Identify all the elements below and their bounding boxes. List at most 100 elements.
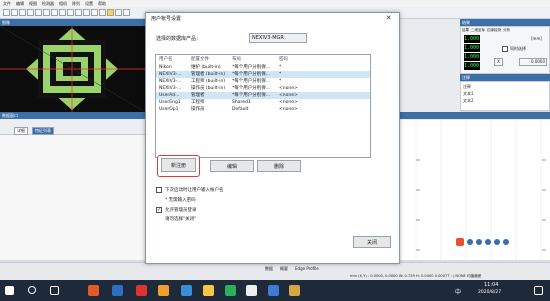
app-icon[interactable] <box>112 285 123 296</box>
table-row[interactable]: UserOp1 操作员 Default <none> <box>156 106 370 113</box>
cell-user: NEXIV3-... <box>159 79 182 84</box>
col-user[interactable]: 用户名 <box>159 56 173 63</box>
tool-icon[interactable] <box>107 9 114 16</box>
tab-results[interactable]: 结果 <box>462 28 469 34</box>
admin-login-sublabel: 请勿选择"关闭" <box>165 217 197 222</box>
tool-icon[interactable] <box>43 9 50 16</box>
ime-icon[interactable] <box>476 239 482 245</box>
list-item[interactable]: 文本2 <box>463 98 474 104</box>
col-profile[interactable]: 配置文件 <box>191 56 209 63</box>
user-table[interactable]: 用户名 配置文件 布局 密码 Nikon 维护 (built-in) *每个用户… <box>155 54 371 158</box>
list-item[interactable]: 文本1 <box>463 91 474 97</box>
delete-button[interactable]: 删除 <box>257 160 301 172</box>
list-item[interactable]: 注释 <box>463 84 471 90</box>
task-view-icon[interactable] <box>50 286 59 295</box>
results-title: 结果 <box>460 19 550 26</box>
windows-start-icon[interactable] <box>5 286 14 295</box>
lcd-value: 1.000 <box>464 35 480 43</box>
table-row[interactable]: NEXIV3-... 管理者 (built-in) *每个用户分别保... * <box>156 71 370 78</box>
cell-password: * <box>279 65 282 70</box>
tool-icon[interactable] <box>99 9 106 16</box>
tool-icon[interactable] <box>51 9 58 16</box>
app-icon[interactable] <box>136 285 147 296</box>
menu-help[interactable]: 帮助 <box>98 1 106 7</box>
tool-icon[interactable] <box>123 9 130 16</box>
taskbar: 中 11:04 2020/8/27 <box>0 280 550 301</box>
table-header: 用户名 配置文件 布局 密码 <box>156 56 370 63</box>
new-register-button[interactable]: 新注册 <box>161 158 196 172</box>
ime-icon[interactable] <box>485 239 491 245</box>
search-icon[interactable] <box>28 286 36 294</box>
annotation-list[interactable]: 注释 文本1 文本2 <box>460 81 550 111</box>
lcd-value: 1.000 <box>464 62 480 70</box>
tool-icon[interactable] <box>91 9 98 16</box>
login-prompt-checkbox[interactable] <box>156 187 162 193</box>
close-icon[interactable]: ✕ <box>384 14 393 23</box>
app-icon[interactable] <box>289 285 300 296</box>
app-icon[interactable] <box>181 285 192 296</box>
status-tab[interactable]: Edge Profile <box>295 266 319 271</box>
tool-icon[interactable] <box>19 9 26 16</box>
ime-icon[interactable] <box>467 239 473 245</box>
menu-view[interactable]: 视图 <box>29 1 37 7</box>
menu-settings[interactable]: 设置 <box>85 1 93 7</box>
menu-file[interactable]: 文件 <box>3 1 11 7</box>
simultaneous-checkbox[interactable] <box>502 46 508 52</box>
profile-graph[interactable] <box>395 120 550 260</box>
ime-toolbar[interactable] <box>456 237 548 247</box>
col-password[interactable]: 密码 <box>279 56 288 63</box>
app-icon[interactable] <box>203 285 214 296</box>
clock-date[interactable]: 2020/8/27 <box>478 290 501 295</box>
x-value-field[interactable]: 0.0000 <box>519 58 547 66</box>
menu-detector[interactable]: 检测器 <box>42 1 54 7</box>
tab-analysis[interactable]: 分析 <box>503 28 510 34</box>
tool-icon[interactable] <box>67 9 74 16</box>
sogou-icon[interactable] <box>456 238 464 246</box>
tab-edge[interactable]: 边缘检测 <box>487 28 501 34</box>
app-icon[interactable] <box>88 285 99 296</box>
table-row[interactable]: UserAd... 管理者 *每个用户分别保... <none> <box>156 92 370 99</box>
tool-icon[interactable] <box>75 9 82 16</box>
app-icon[interactable] <box>225 285 236 296</box>
ime-icon[interactable] <box>494 239 500 245</box>
tool-icon[interactable] <box>83 9 90 16</box>
cell-user: NEXIV3-... <box>159 72 182 77</box>
tool-icon[interactable] <box>27 9 34 16</box>
cell-layout: *每个用户分别保... <box>232 79 271 84</box>
tab-detail[interactable]: 详细 <box>14 127 28 135</box>
menu-camera[interactable]: 相机 <box>59 1 67 7</box>
tool-icon[interactable] <box>35 9 42 16</box>
status-tab[interactable]: 数据 <box>265 266 273 272</box>
col-layout[interactable]: 布局 <box>232 56 241 63</box>
tool-icon[interactable] <box>59 9 66 16</box>
tool-icon[interactable] <box>11 9 18 16</box>
table-row[interactable]: NEXIV3-... 操作员 (built-in) *每个用户分别保... <n… <box>156 85 370 92</box>
close-button[interactable]: 关闭 <box>353 236 391 248</box>
camera-viewer[interactable] <box>0 25 146 113</box>
edit-button[interactable]: 编辑 <box>210 160 254 172</box>
tab-feature-list[interactable]: 特征列表 <box>32 127 54 135</box>
status-tab[interactable]: 概要 <box>280 266 288 272</box>
menu-array[interactable]: 阵列 <box>72 1 80 7</box>
cell-layout: *每个用户分别保... <box>232 72 271 77</box>
admin-login-checkbox[interactable]: ✓ <box>156 207 162 213</box>
ime-indicator[interactable]: 中 <box>455 287 461 296</box>
app-icon[interactable] <box>158 285 169 296</box>
tool-icon[interactable] <box>3 9 10 16</box>
table-row[interactable]: Nikon 维护 (built-in) *每个用户分别保... * <box>156 64 370 71</box>
cell-layout: Shared1 <box>232 100 251 105</box>
coordinate-readout: mm (X,Y) : 0.0000, 0.0000 W: 0.729 H: 0.… <box>350 274 482 278</box>
cell-password: * <box>279 72 282 77</box>
admin-login-label: 允许管理员登录 <box>165 208 197 213</box>
app-icon[interactable] <box>246 285 257 296</box>
ime-icon[interactable] <box>503 239 509 245</box>
table-row[interactable]: UserEng1 工程师 Shared1 <none> <box>156 99 370 106</box>
app-icon[interactable] <box>268 285 279 296</box>
menu-edit[interactable]: 编辑 <box>16 1 24 7</box>
clock-time[interactable]: 11:04 <box>484 282 498 288</box>
tool-icon[interactable] <box>115 9 122 16</box>
cell-user: UserOp1 <box>159 107 179 112</box>
tab-2d[interactable]: 二维坐标 <box>471 28 485 34</box>
table-row[interactable]: NEXIV3-... 工程师 (built-in) *每个用户分别保... * <box>156 78 370 85</box>
notification-icon[interactable] <box>534 286 543 295</box>
